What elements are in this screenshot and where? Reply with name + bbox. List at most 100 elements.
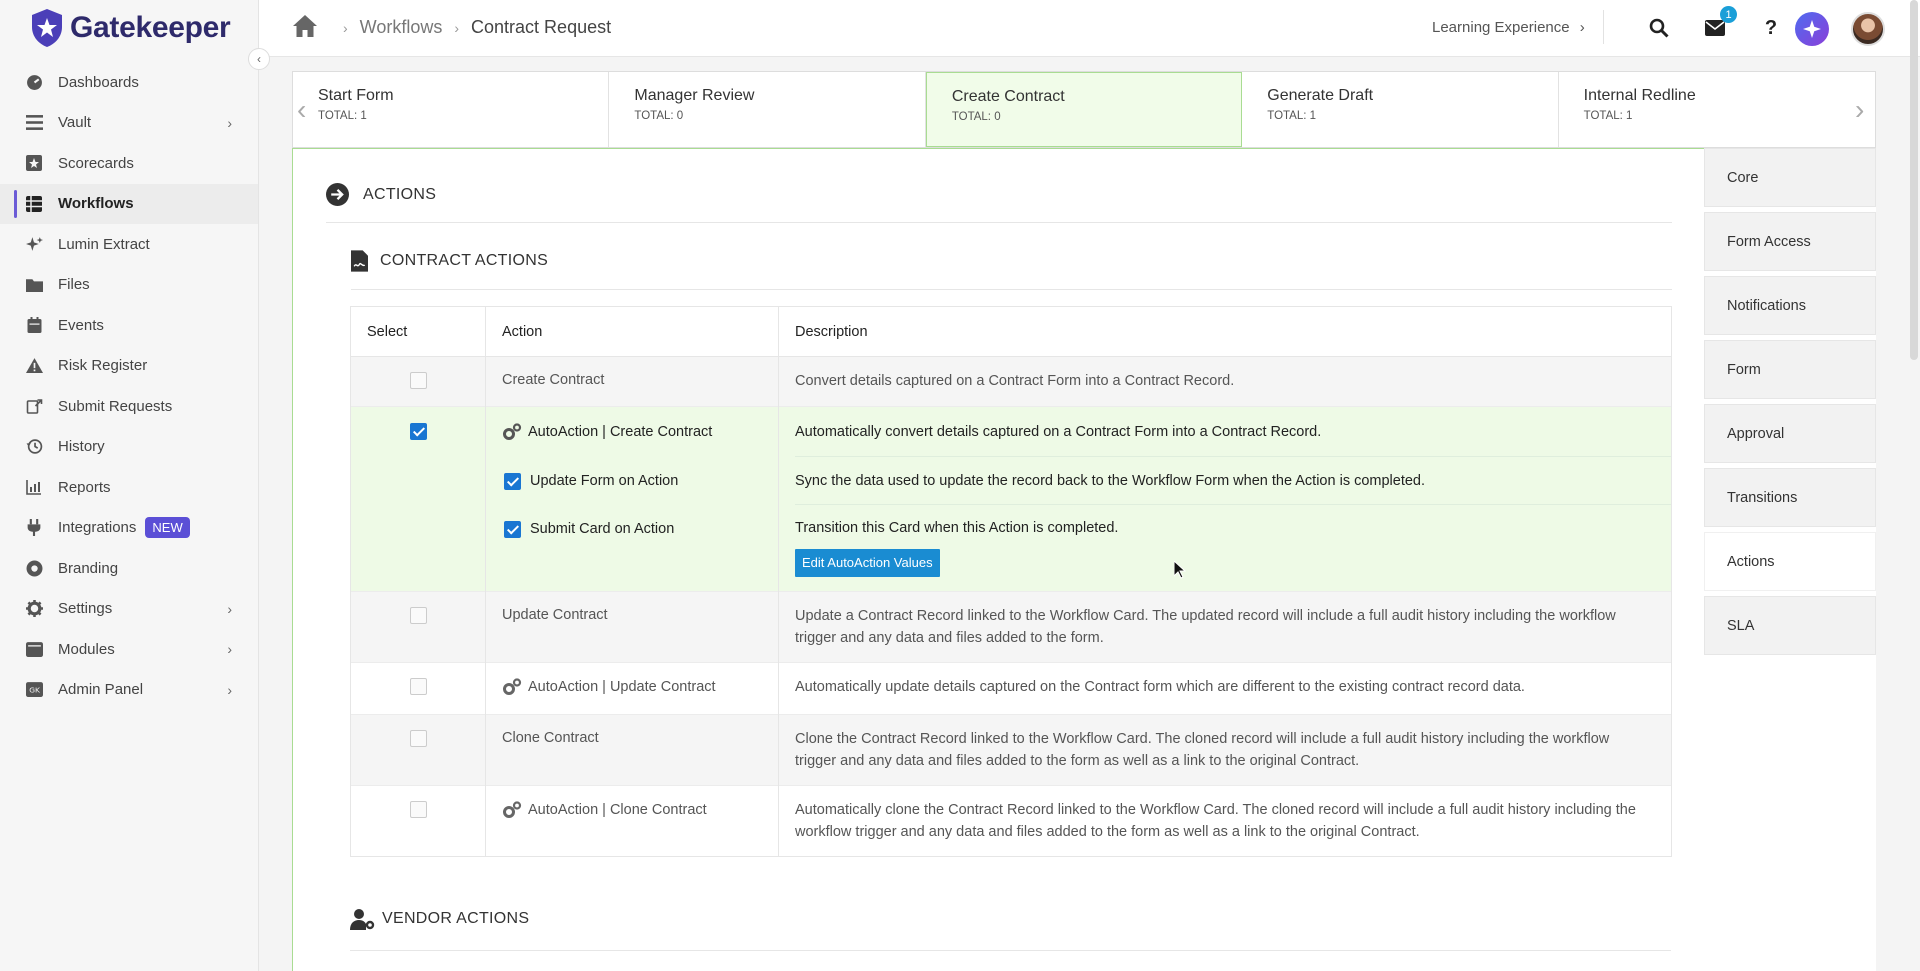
sidebar-item-modules[interactable]: Modules › [0,629,258,670]
menu-item-actions[interactable]: Actions [1704,532,1876,591]
menu-item-notifications[interactable]: Notifications [1704,276,1876,335]
sidebar-item-files[interactable]: Files [0,265,258,306]
sidebar-item-label: Files [58,276,90,294]
update-form-checkbox[interactable] [504,472,521,490]
sidebar-nav: Dashboards Vault › Scorecards Workflows … [0,62,258,710]
action-description: Update a Contract Record linked to the W… [795,608,1616,646]
stage-name: Start Form [318,87,394,104]
section-title: CONTRACT ACTIONS [380,252,549,269]
menu-item-core[interactable]: Core [1704,148,1876,207]
ai-assistant-button[interactable] [1795,12,1829,46]
messages-button[interactable]: 1 [1699,6,1737,44]
home-icon[interactable] [293,15,317,37]
suboption-label: Submit Card on Action [530,521,675,537]
table-row-selected: AutoAction | Create Contract Update Form… [350,406,1672,592]
notification-count-badge: 1 [1720,6,1737,23]
sidebar-item-vault[interactable]: Vault › [0,103,258,144]
action-description: Automatically convert details captured o… [795,423,1322,440]
table-row: Clone Contract Clone the Contract Record… [350,714,1672,786]
menu-item-form-access[interactable]: Form Access [1704,212,1876,271]
action-description: Convert details captured on a Contract F… [795,373,1235,389]
sidebar-item-scorecards[interactable]: Scorecards [0,143,258,184]
stage-tab-manager-review[interactable]: Manager Review TOTAL: 0 [609,72,926,147]
new-badge: NEW [145,517,190,539]
sidebar-item-label: History [58,438,105,456]
learning-experience-link[interactable]: Learning Experience › [1432,19,1585,36]
stage-tab-create-contract[interactable]: Create Contract TOTAL: 0 [925,72,1243,147]
sidebar-item-integrations[interactable]: Integrations NEW [0,508,258,549]
divider [326,222,1672,223]
stage-tab-internal-redline[interactable]: Internal Redline TOTAL: 1 [1559,72,1875,147]
main-panel: ACTIONS CONTRACT ACTIONS Select Action D… [292,148,1876,971]
mouse-cursor-icon [1174,561,1186,579]
column-header-action: Action [485,306,779,357]
action-checkbox[interactable] [409,372,427,389]
sidebar-item-dashboards[interactable]: Dashboards [0,62,258,103]
sidebar-item-label: Workflows [58,195,134,213]
stage-next-icon[interactable]: › [1855,94,1864,126]
sidebar-item-label: Lumin Extract [58,235,150,253]
contract-actions-table: Select Action Description Create Contrac… [350,306,1672,857]
search-button[interactable] [1643,12,1675,44]
stage-total: TOTAL: 0 [951,111,1001,123]
action-name: AutoAction | Clone Contract [528,802,707,818]
sidebar-item-settings[interactable]: Settings › [0,589,258,630]
suboption-description: Transition this Card when this Action is… [795,520,1119,536]
chevron-right-icon: › [227,600,232,617]
edit-autoaction-values-button[interactable]: Edit AutoAction Values [795,549,940,577]
sidebar-item-branding[interactable]: Branding [0,548,258,589]
stage-tab-start-form[interactable]: Start Form TOTAL: 1 [293,72,610,147]
sidebar-item-label: Integrations [58,519,137,537]
sidebar-item-history[interactable]: History [0,427,258,468]
action-description: Automatically clone the Contract Record … [795,802,1636,840]
sidebar-item-submit-requests[interactable]: Submit Requests [0,386,258,427]
gear-icon [25,600,43,618]
sidebar-item-admin-panel[interactable]: GK Admin Panel › [0,670,258,711]
table-row: AutoAction | Update Contract Automatical… [350,662,1672,715]
brand-logo[interactable]: Gatekeeper [30,8,231,48]
sidebar-collapse-button[interactable]: ‹ [248,48,270,70]
sidebar-item-risk-register[interactable]: Risk Register [0,346,258,387]
action-checkbox[interactable] [409,678,427,695]
sidebar-item-reports[interactable]: Reports [0,467,258,508]
menu-item-form[interactable]: Form [1704,340,1876,399]
actions-section-header: ACTIONS [326,183,436,206]
sidebar-item-events[interactable]: Events [0,305,258,346]
menu-item-approval[interactable]: Approval [1704,404,1876,463]
breadcrumb-workflows[interactable]: Workflows [360,17,443,38]
dashboard-icon [25,73,43,91]
page-title: ACTIONS [363,185,437,203]
stage-name: Manager Review [634,87,755,104]
breadcrumb-separator-icon: › [454,19,460,36]
calendar-icon [25,316,43,334]
table-row: Create Contract Convert details captured… [350,356,1672,407]
menu-item-transitions[interactable]: Transitions [1704,468,1876,527]
stage-tab-generate-draft[interactable]: Generate Draft TOTAL: 1 [1242,72,1559,147]
sidebar-item-label: Risk Register [58,357,148,375]
sidebar-item-workflows[interactable]: Workflows [0,183,258,224]
action-checkbox[interactable] [409,607,427,624]
page-scrollbar[interactable] [1910,0,1918,360]
gears-icon [503,423,522,440]
sidebar: Gatekeeper Dashboards Vault › Scorecards… [0,0,259,971]
stage-total: TOTAL: 1 [318,110,367,122]
action-checkbox[interactable] [409,730,427,747]
stage-total: TOTAL: 0 [634,110,684,122]
action-checkbox[interactable] [409,801,427,818]
breadcrumb-separator-icon: › [343,19,348,36]
scorecard-icon [25,154,43,172]
stage-prev-icon[interactable]: ‹ [297,94,306,126]
palette-icon [25,559,43,577]
submit-card-checkbox[interactable] [504,520,521,538]
shield-logo-icon [32,9,62,47]
menu-item-sla[interactable]: SLA [1704,596,1876,655]
help-button[interactable]: ? [1755,12,1787,44]
action-checkbox[interactable] [409,423,427,440]
sidebar-item-label: Branding [58,559,119,577]
sparkle-icon [1803,20,1821,38]
stage-total: TOTAL: 1 [1267,110,1317,122]
user-avatar[interactable] [1851,12,1885,46]
sidebar-item-lumin-extract[interactable]: Lumin Extract [0,224,258,265]
modules-icon [25,640,43,658]
suboption-description: Sync the data used to update the record … [795,472,1426,489]
